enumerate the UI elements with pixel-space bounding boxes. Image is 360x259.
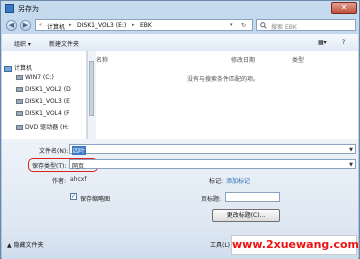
address-field[interactable]: « 计算机 ▸ DISK1_VOL3 (E:) ▸ EBK ▾ ↻ [35, 19, 253, 31]
close-button[interactable]: ✕ [331, 2, 357, 14]
filename-label: 文件名(N): [39, 148, 69, 155]
new-folder-button[interactable]: 新建文件夹 [49, 39, 79, 48]
author-label: 作者: [52, 178, 67, 185]
filename-value: 四叶 [72, 146, 87, 155]
page-title-field[interactable] [225, 192, 280, 202]
dvd-icon [16, 125, 23, 130]
hide-folders-toggle[interactable]: ▲ 隐藏文件夹 [7, 240, 44, 249]
organize-button[interactable]: 组织 ▾ [14, 39, 31, 48]
search-placeholder: 搜索 EBK [271, 24, 297, 31]
save-form: 文件名(N): 四叶 ▼ 保存类型(T): 网页 ▼ 作者: ahcxf 标记:… [2, 139, 358, 229]
nav-item-computer[interactable]: 计算机 [4, 63, 32, 72]
search-input[interactable]: 搜索 EBK [256, 19, 356, 31]
file-browser: 计算机 WIN7 (C:) DISK1_VOL2 (D DISK1_VOL3 (… [2, 51, 358, 139]
savetype-value: 网页 [72, 163, 85, 170]
chevron-down-icon[interactable]: ▼ [349, 147, 353, 153]
nav-scrollbar[interactable] [87, 51, 96, 139]
tags-value[interactable]: 添加标记 [226, 176, 250, 185]
empty-message: 没有与搜索条件匹配的项。 [187, 76, 260, 83]
savetype-select[interactable]: 网页 ▼ [69, 159, 356, 170]
tags-label: 标记: [209, 178, 224, 185]
drive-icon [16, 87, 23, 92]
column-name[interactable]: 名称 [96, 55, 108, 64]
nav-item-c[interactable]: WIN7 (C:) [16, 74, 54, 81]
title-bar: 另存为 ✕ [1, 1, 359, 17]
tools-menu[interactable]: 工具(L) [210, 240, 230, 249]
save-thumbnail-checkbox[interactable]: ✓ [70, 193, 77, 200]
help-icon[interactable]: ? [342, 39, 345, 46]
computer-icon [4, 65, 12, 72]
address-bar: ◀ ▶ « 计算机 ▸ DISK1_VOL3 (E:) ▸ EBK ▾ ↻ 搜索… [1, 17, 359, 33]
column-date[interactable]: 修改日期 [231, 55, 255, 64]
nav-item-e[interactable]: DISK1_VOL3 (E [16, 98, 70, 105]
nav-item-d[interactable]: DISK1_VOL2 (D [16, 86, 71, 93]
search-icon [260, 22, 267, 29]
drive-icon [16, 75, 23, 80]
column-type[interactable]: 类型 [292, 55, 304, 64]
refresh-icon[interactable]: ↻ [241, 22, 246, 29]
chevron-icon: « [39, 22, 43, 28]
scrollbar-thumb[interactable] [89, 61, 94, 116]
nav-item-h[interactable]: DVD 驱动器 (H: [16, 122, 69, 131]
command-toolbar: 组织 ▾ 新建文件夹 ▦▾ ? [2, 34, 358, 52]
drive-icon [16, 99, 23, 104]
view-options-icon[interactable]: ▦▾ [318, 39, 327, 46]
drive-icon [16, 111, 23, 116]
save-as-dialog: 另存为 ✕ ◀ ▶ « 计算机 ▸ DISK1_VOL3 (E:) ▸ EBK … [0, 0, 360, 259]
chevron-right-icon[interactable]: ▸ [69, 22, 72, 28]
save-thumbnail-label[interactable]: 保存缩略图 [80, 194, 110, 203]
chevron-right-icon[interactable]: ▸ [132, 22, 135, 28]
watermark: www.2xuewang.com [231, 235, 359, 255]
chevron-down-icon[interactable]: ▼ [349, 162, 353, 168]
breadcrumb-computer[interactable]: 计算机 [47, 22, 65, 31]
filename-input[interactable]: 四叶 ▼ [69, 144, 356, 155]
change-title-button[interactable]: 更改标题(C)... [212, 209, 280, 222]
author-value[interactable]: ahcxf [70, 176, 86, 183]
forward-button[interactable]: ▶ [20, 20, 31, 31]
savetype-label: 保存类型(T): [32, 163, 67, 170]
chevron-down-icon[interactable]: ▾ [230, 22, 233, 28]
page-title-label: 页标题: [201, 196, 222, 203]
back-button[interactable]: ◀ [6, 20, 17, 31]
nav-item-f[interactable]: DISK1_VOL4 (F [16, 110, 70, 117]
breadcrumb-drive[interactable]: DISK1_VOL3 (E:) [77, 22, 126, 29]
app-icon [5, 4, 14, 13]
navigation-pane: 计算机 WIN7 (C:) DISK1_VOL2 (D DISK1_VOL3 (… [2, 51, 87, 139]
breadcrumb-folder[interactable]: EBK [140, 22, 152, 29]
window-title: 另存为 [18, 5, 39, 13]
